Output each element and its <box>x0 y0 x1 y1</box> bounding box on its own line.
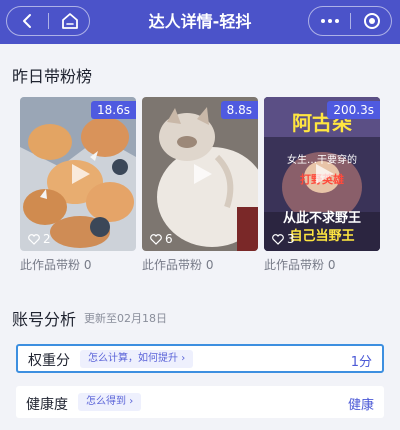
page-title: 达人详情-轻抖 <box>148 12 252 31</box>
back-button[interactable] <box>7 7 48 35</box>
top-nav-bar: 达人详情-轻抖 <box>0 0 400 44</box>
likes-value: 2 <box>43 232 51 246</box>
duration-badge: 8.8s <box>220 101 258 119</box>
video-card[interactable]: 18.6s 2 此作品带粉 0 <box>20 97 136 273</box>
miniprogram-capsule <box>308 6 392 36</box>
health-row[interactable]: 健康度 怎么得到 › 健康 <box>16 386 384 418</box>
more-dot <box>327 19 332 23</box>
chevron-right-icon: › <box>181 353 186 364</box>
home-icon <box>61 13 78 29</box>
video-fans-label: 此作品带粉 0 <box>142 258 214 272</box>
health-label: 健康度 <box>26 397 68 413</box>
tag-text: 怎么计算，如何提升 <box>88 353 178 364</box>
likes-count: 2 <box>28 232 51 246</box>
poster-line: 从此不求野王 <box>282 211 361 226</box>
weight-score-label: 权重分 <box>28 353 70 369</box>
more-dots-icon <box>320 19 325 23</box>
video-fans-label: 此作品带粉 0 <box>264 258 336 272</box>
video-thumbnail[interactable]: 18.6s 2 <box>20 97 136 251</box>
likes-count: 6 <box>150 232 173 246</box>
video-card[interactable]: 8.8s 6 此作品带粉 0 <box>142 97 258 273</box>
more-button[interactable] <box>309 7 350 35</box>
fans-ranking-title: 昨日带粉榜 <box>12 67 93 86</box>
video-list: 18.6s 2 此作品带粉 0 8.8s 6 此作品带粉 0 阿古朵 女生…干要… <box>20 97 380 277</box>
video-fans-label: 此作品带粉 0 <box>20 258 92 272</box>
how-get-tag[interactable]: 怎么得到 › <box>78 393 142 411</box>
weight-score-row[interactable]: 权重分 怎么计算，如何提升 › 1分 <box>16 344 384 373</box>
heart-icon <box>150 233 162 245</box>
video-card[interactable]: 阿古朵 女生…干要穿的 打野英雄 从此不求野王 自己当野王 200.3s 3 此… <box>264 97 380 273</box>
video-thumbnail[interactable]: 8.8s 6 <box>142 97 258 251</box>
chevron-right-icon: › <box>129 396 134 407</box>
weight-score-value: 1分 <box>350 355 372 370</box>
update-date: 更新至02月18日 <box>84 312 167 325</box>
back-arrow-icon <box>22 14 31 28</box>
play-icon <box>194 164 212 184</box>
health-value: 健康 <box>347 398 374 413</box>
tag-text: 怎么得到 <box>86 396 126 407</box>
home-button[interactable] <box>49 7 90 35</box>
target-icon <box>363 13 380 29</box>
account-analysis-title: 账号分析 <box>12 310 77 329</box>
video-thumbnail[interactable]: 阿古朵 女生…干要穿的 打野英雄 从此不求野王 自己当野王 200.3s 3 <box>264 97 380 251</box>
more-dot <box>334 19 339 23</box>
heart-icon <box>28 233 40 245</box>
heart-icon <box>272 233 284 245</box>
duration-badge: 200.3s <box>327 101 380 119</box>
close-miniprogram-button[interactable] <box>351 7 392 35</box>
likes-value: 6 <box>165 232 173 246</box>
play-icon <box>72 164 90 184</box>
play-icon <box>316 164 334 184</box>
how-calculate-tag[interactable]: 怎么计算，如何提升 › <box>80 350 194 368</box>
duration-badge: 18.6s <box>91 101 136 119</box>
likes-value: 3 <box>287 232 295 246</box>
nav-button-group <box>6 6 90 36</box>
likes-count: 3 <box>272 232 295 246</box>
